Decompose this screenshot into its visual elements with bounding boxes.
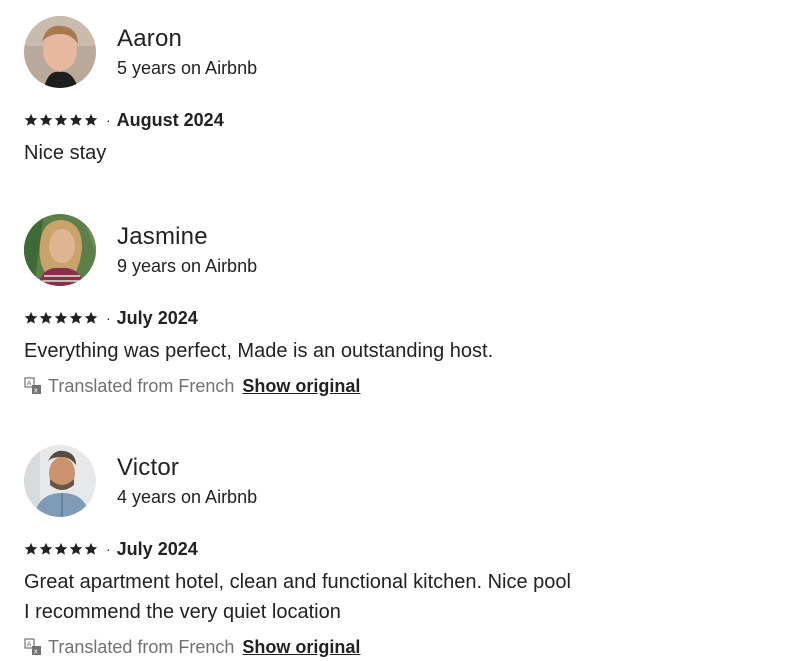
- review-header: Aaron 5 years on Airbnb: [24, 16, 784, 88]
- star-icon: [84, 113, 98, 126]
- star-icon: [54, 113, 68, 126]
- star-icon: [69, 542, 83, 555]
- review-meta: · July 2024: [24, 306, 784, 330]
- review-item: Victor 4 years on Airbnb · July 2024 Gre…: [24, 445, 784, 659]
- reviewer-tenure: 5 years on Airbnb: [117, 58, 258, 78]
- svg-text:A: A: [27, 641, 32, 649]
- review-date: July 2024: [116, 538, 198, 559]
- reviewer-name: Jasmine: [117, 223, 208, 250]
- star-icon: [24, 311, 38, 324]
- review-text: Everything was perfect, Made is an outst…: [24, 336, 784, 366]
- star-icon: [24, 542, 38, 555]
- svg-text:A: A: [27, 380, 32, 388]
- show-original-link[interactable]: Show original: [242, 637, 360, 658]
- reviewer-tenure: 9 years on Airbnb: [117, 256, 258, 276]
- separator-dot: ·: [106, 310, 111, 326]
- review-text-line: Everything was perfect, Made is an outst…: [24, 340, 494, 362]
- translation-note: A x Translated from French Show original: [24, 374, 784, 398]
- review-header: Victor 4 years on Airbnb: [24, 445, 784, 517]
- reviewer-name: Victor: [117, 454, 180, 481]
- translated-label: Translated from French: [48, 375, 235, 396]
- review-text: Great apartment hotel, clean and functio…: [24, 567, 784, 627]
- avatar[interactable]: [24, 16, 96, 88]
- star-rating: [24, 113, 98, 127]
- star-icon: [54, 542, 68, 555]
- separator-dot: ·: [106, 112, 111, 128]
- star-icon: [24, 113, 38, 126]
- star-rating: [24, 311, 98, 325]
- translation-note: A x Translated from French Show original: [24, 635, 784, 659]
- star-icon: [39, 542, 53, 555]
- review-meta: · August 2024: [24, 108, 784, 132]
- star-rating: [24, 542, 98, 556]
- review-text-line: I recommend the very quiet location: [24, 601, 341, 623]
- review-date: July 2024: [116, 307, 198, 328]
- translate-icon: A x: [24, 377, 41, 395]
- show-original-link[interactable]: Show original: [242, 376, 360, 397]
- star-icon: [84, 311, 98, 324]
- star-icon: [84, 542, 98, 555]
- translate-icon: A x: [24, 638, 41, 656]
- review-item: Jasmine 9 years on Airbnb · July 2024 Ev…: [24, 214, 784, 398]
- review-date: August 2024: [116, 109, 224, 130]
- review-item: Aaron 5 years on Airbnb · August 2024 Ni…: [24, 16, 784, 168]
- review-meta: · July 2024: [24, 537, 784, 561]
- star-icon: [69, 311, 83, 324]
- reviewer-name: Aaron: [117, 25, 183, 52]
- star-icon: [39, 113, 53, 126]
- review-text: Nice stay: [24, 138, 784, 168]
- separator-dot: ·: [106, 541, 111, 557]
- star-icon: [69, 113, 83, 126]
- reviewer-tenure: 4 years on Airbnb: [117, 487, 258, 507]
- review-header: Jasmine 9 years on Airbnb: [24, 214, 784, 286]
- svg-text:x: x: [34, 648, 38, 656]
- avatar[interactable]: [24, 214, 96, 286]
- avatar[interactable]: [24, 445, 96, 517]
- star-icon: [39, 311, 53, 324]
- review-text-line: Nice stay: [24, 142, 107, 164]
- review-text-line: Great apartment hotel, clean and functio…: [24, 571, 571, 593]
- star-icon: [54, 311, 68, 324]
- translated-label: Translated from French: [48, 636, 235, 657]
- svg-text:x: x: [34, 387, 38, 395]
